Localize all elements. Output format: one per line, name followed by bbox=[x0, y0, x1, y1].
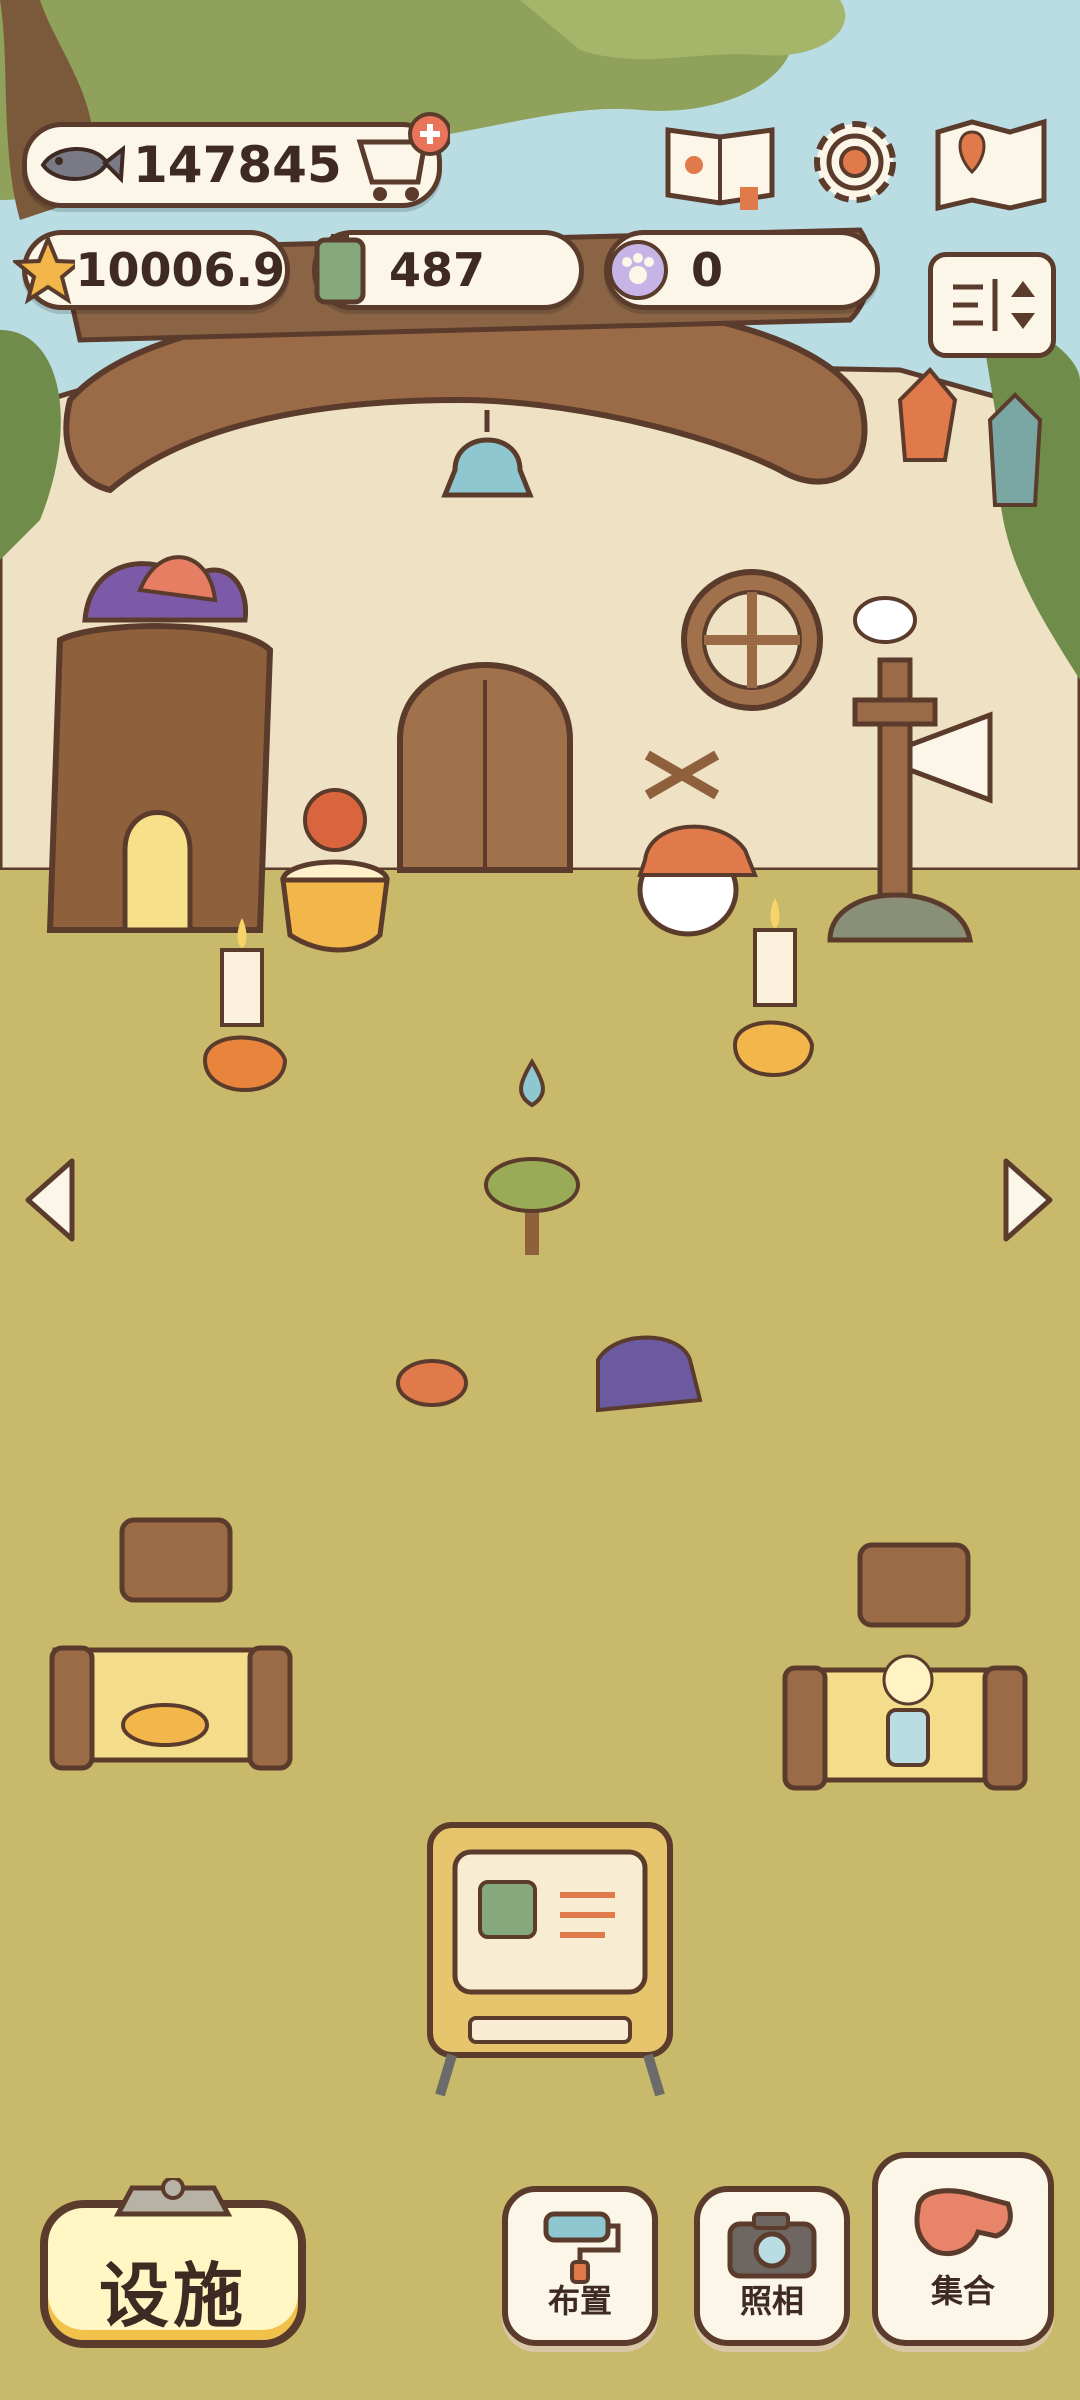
sort-toggle-icon bbox=[953, 279, 1035, 331]
layout-button[interactable]: 布置 bbox=[502, 2186, 658, 2346]
camera-icon bbox=[727, 2212, 817, 2279]
map-button[interactable] bbox=[932, 112, 1050, 212]
gather-button[interactable]: 集合 bbox=[872, 2152, 1054, 2346]
sort-toggle-button[interactable] bbox=[928, 252, 1056, 358]
previous-area-button[interactable] bbox=[20, 1155, 78, 1245]
shop-cart-button[interactable] bbox=[350, 112, 452, 207]
star-icon bbox=[13, 235, 76, 305]
game-scene: 147845 10006.9 487 0 设施 布置 照相 集合 bbox=[0, 0, 1080, 2400]
battery-count: 487 bbox=[389, 243, 486, 297]
gather-label: 集合 bbox=[930, 2272, 995, 2310]
fish-count: 147845 bbox=[133, 136, 342, 194]
gear-icon bbox=[814, 121, 896, 203]
settings-button[interactable] bbox=[805, 112, 905, 212]
facility-label: 设施 bbox=[99, 2255, 247, 2337]
paw-currency-pill: 0 bbox=[604, 230, 880, 310]
star-currency-pill: 10006.9 bbox=[13, 230, 290, 310]
paint-roller-icon bbox=[543, 2211, 621, 2284]
paw-book-icon bbox=[665, 127, 775, 211]
fish-icon bbox=[40, 144, 125, 184]
photo-label: 照相 bbox=[739, 2282, 804, 2320]
clipboard-clip-icon bbox=[113, 2178, 233, 2217]
photo-button[interactable]: 照相 bbox=[694, 2186, 850, 2346]
shopping-cart-plus-icon bbox=[356, 112, 452, 201]
paw-coin-icon bbox=[608, 240, 668, 300]
facility-button[interactable]: 设施 bbox=[40, 2178, 306, 2348]
background-art bbox=[0, 0, 1080, 2400]
star-count: 10006.9 bbox=[75, 243, 285, 297]
chevron-right-icon bbox=[1003, 1158, 1053, 1242]
next-area-button[interactable] bbox=[1000, 1155, 1058, 1245]
whistle-icon bbox=[914, 2188, 1013, 2256]
collection-book-button[interactable] bbox=[660, 115, 780, 211]
paw-count: 0 bbox=[691, 243, 724, 297]
map-pin-icon bbox=[935, 118, 1047, 212]
chevron-left-icon bbox=[25, 1158, 75, 1242]
battery-currency-pill: 487 bbox=[312, 230, 584, 310]
layout-label: 布置 bbox=[547, 2282, 612, 2320]
battery-icon bbox=[314, 234, 366, 305]
